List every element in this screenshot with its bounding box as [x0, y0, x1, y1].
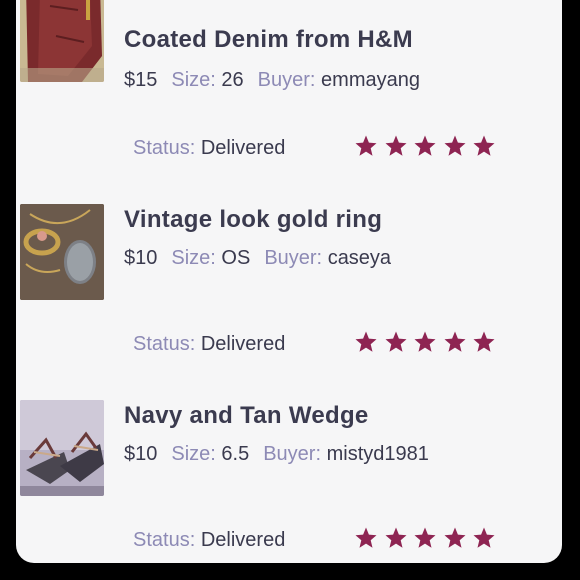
star-icon [384, 134, 408, 158]
item-status: Status: Delivered [133, 529, 285, 552]
buyer-label: Buyer: [257, 69, 316, 91]
star-icon [472, 134, 496, 158]
item-price: $10 [124, 247, 158, 269]
size-label: Size: [171, 443, 216, 465]
item-thumbnail[interactable] [20, 0, 104, 82]
item-size: 6.5 [221, 443, 250, 465]
status-label: Status: [133, 529, 196, 551]
item-size: 26 [221, 69, 244, 91]
item-title[interactable]: Navy and Tan Wedge [124, 402, 369, 430]
item-thumbnail[interactable] [20, 204, 104, 300]
list-item[interactable]: Navy and Tan Wedge $10 Size: 6.5 Buyer: mi… [16, 372, 562, 563]
rating-stars [354, 134, 496, 158]
sold-items-list: Coated Denim from H&M $15 Size: 26 Buyer: … [16, 0, 562, 563]
buyer-label: Buyer: [263, 443, 322, 465]
item-size: OS [221, 247, 251, 269]
buyer-name[interactable]: caseya [328, 247, 391, 269]
star-icon [413, 134, 437, 158]
status-value: Delivered [200, 333, 286, 355]
phone-frame: Coated Denim from H&M $15 Size: 26 Buyer: … [0, 0, 580, 580]
item-price: $10 [124, 443, 158, 465]
item-meta: $10 Size: OS Buyer: caseya [124, 247, 391, 270]
buyer-name[interactable]: mistyd1981 [327, 443, 429, 465]
star-icon [354, 526, 378, 550]
size-label: Size: [171, 69, 216, 91]
item-status: Status: Delivered [133, 137, 285, 160]
item-meta: $15 Size: 26 Buyer: emmayang [124, 69, 420, 92]
buyer-label: Buyer: [264, 247, 323, 269]
star-icon [443, 134, 467, 158]
item-title[interactable]: Coated Denim from H&M [124, 26, 413, 54]
star-icon [384, 330, 408, 354]
buyer-name[interactable]: emmayang [321, 69, 420, 91]
star-icon [472, 526, 496, 550]
item-status: Status: Delivered [133, 333, 285, 356]
star-icon [443, 526, 467, 550]
star-icon [354, 330, 378, 354]
size-label: Size: [171, 247, 216, 269]
rating-stars [354, 526, 496, 550]
status-value: Delivered [200, 529, 286, 551]
star-icon [384, 526, 408, 550]
star-icon [443, 330, 467, 354]
star-icon [472, 330, 496, 354]
list-item[interactable]: Coated Denim from H&M $15 Size: 26 Buyer: … [16, 0, 562, 176]
rating-stars [354, 330, 496, 354]
star-icon [413, 526, 437, 550]
list-item[interactable]: Vintage look gold ring $10 Size: OS Buyer:… [16, 176, 562, 372]
item-price: $15 [124, 69, 158, 91]
star-icon [354, 134, 378, 158]
star-icon [413, 330, 437, 354]
item-meta: $10 Size: 6.5 Buyer: mistyd1981 [124, 443, 429, 466]
gold-ring-photo-icon [20, 204, 104, 300]
status-label: Status: [133, 333, 196, 355]
red-pants-photo-icon [20, 0, 104, 82]
item-title[interactable]: Vintage look gold ring [124, 206, 382, 234]
status-value: Delivered [200, 137, 286, 159]
wedge-shoes-photo-icon [20, 400, 104, 496]
item-thumbnail[interactable] [20, 400, 104, 496]
status-label: Status: [133, 137, 196, 159]
